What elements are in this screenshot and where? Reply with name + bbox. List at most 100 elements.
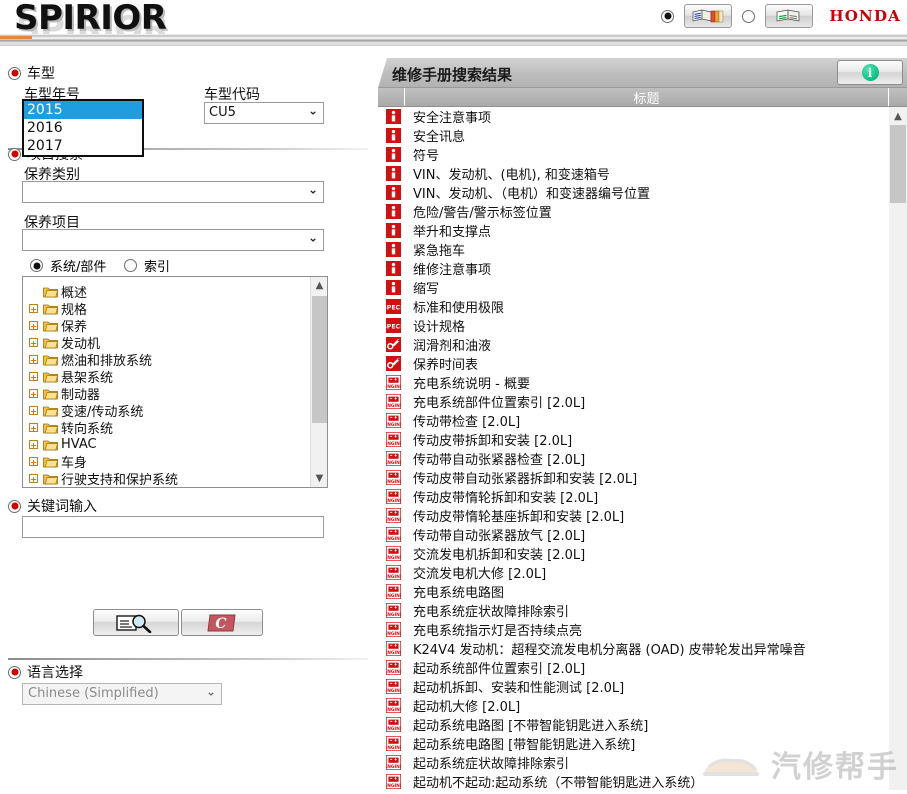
maintenance-item-select-wrap[interactable]: ⌄: [22, 228, 324, 251]
result-row[interactable]: ENGINE起动系统电路图 [带智能钥匙进入系统]: [378, 734, 889, 753]
tree-node[interactable]: HVAC: [29, 436, 310, 453]
system-parts-tree[interactable]: 概述 规格 保养 发动机 燃油和排放系统 悬架系统 制动器 变速/传动系统 转向…: [22, 276, 328, 488]
result-row[interactable]: 安全讯息: [378, 126, 889, 145]
result-row[interactable]: ENGINE充电系统电路图: [378, 582, 889, 601]
result-row[interactable]: 安全注意事项: [378, 107, 889, 126]
result-row[interactable]: c保养时间表: [378, 354, 889, 373]
browse-mode-index-radio[interactable]: [124, 259, 137, 272]
vehicle-section-radio-row[interactable]: 车型: [8, 63, 55, 83]
results-list[interactable]: 安全注意事项 安全讯息 符号 VIN、发动机、(电机), 和变速箱号 VIN、发…: [378, 107, 907, 790]
result-row[interactable]: ENGINE起动系统部件位置索引 [2.0L]: [378, 658, 889, 677]
tree-expand-icon[interactable]: [29, 321, 38, 330]
tree-scroll-down-arrow[interactable]: ▼: [311, 470, 328, 487]
tree-expand-icon[interactable]: [29, 474, 38, 483]
result-row[interactable]: VIN、发动机、（电机）和变速器编号位置: [378, 183, 889, 202]
language-section-radio-row[interactable]: 语言选择: [8, 662, 83, 682]
tree-scrollbar[interactable]: ▲ ▼: [310, 277, 327, 487]
result-row[interactable]: ENGINE交流发电机拆卸和安装 [2.0L]: [378, 544, 889, 563]
tree-expand-icon[interactable]: [29, 389, 38, 398]
clear-button[interactable]: C: [181, 609, 263, 636]
browse-mode-index[interactable]: 索引: [124, 256, 170, 275]
tree-node[interactable]: 行驶支持和保护系统: [29, 470, 310, 487]
maintenance-category-select[interactable]: [22, 181, 324, 203]
result-row[interactable]: ENGINE传动皮带惰轮拆卸和安装 [2.0L]: [378, 487, 889, 506]
tree-scroll-thumb[interactable]: [312, 296, 327, 423]
model-code-select-wrap[interactable]: CU5 ⌄: [204, 101, 324, 124]
tree-node[interactable]: 制动器: [29, 385, 310, 402]
result-row[interactable]: ENGINE起动机大修 [2.0L]: [378, 696, 889, 715]
tree-expand-icon[interactable]: [29, 423, 38, 432]
tree-node[interactable]: 发动机: [29, 334, 310, 351]
result-row[interactable]: SPECS标准和使用极限: [378, 297, 889, 316]
tree-scroll-up-arrow[interactable]: ▲: [311, 277, 328, 294]
browse-mode-system-parts-radio[interactable]: [30, 259, 43, 272]
tree-node[interactable]: 概述: [29, 283, 310, 300]
green-manual-book-icon[interactable]: [765, 4, 813, 28]
result-row[interactable]: ENGINE充电系统指示灯是否持续点亮: [378, 620, 889, 639]
tree-node[interactable]: 车身: [29, 453, 310, 470]
model-year-listbox[interactable]: 2015 2016 2017: [22, 99, 144, 157]
tree-expand-icon[interactable]: [29, 457, 38, 466]
tree-expand-icon[interactable]: [29, 338, 38, 347]
tree-expand-icon[interactable]: [29, 406, 38, 415]
result-row[interactable]: 维修注意事项: [378, 259, 889, 278]
keyword-section-radio[interactable]: [8, 500, 21, 513]
result-row[interactable]: ENGINE起动系统症状故障排除索引: [378, 753, 889, 772]
result-row[interactable]: ENGINE传动皮带拆卸和安装 [2.0L]: [378, 430, 889, 449]
result-row[interactable]: ENGINE传动带自动张紧器放气 [2.0L]: [378, 525, 889, 544]
result-row[interactable]: 紧急拖车: [378, 240, 889, 259]
result-row[interactable]: ENGINE起动机不起动:起动系统（不带智能钥匙进入系统）: [378, 772, 889, 790]
maintenance-category-select-wrap[interactable]: ⌄: [22, 180, 324, 203]
maintenance-item-select[interactable]: [22, 229, 324, 251]
tree-node[interactable]: 燃油和排放系统: [29, 351, 310, 368]
tree-expand-icon[interactable]: [29, 372, 38, 381]
result-row[interactable]: ENGINE起动机拆卸、安装和性能测试 [2.0L]: [378, 677, 889, 696]
result-row[interactable]: ENGINE充电系统症状故障排除索引: [378, 601, 889, 620]
result-row[interactable]: 举升和支撑点: [378, 221, 889, 240]
result-row[interactable]: SPECS设计规格: [378, 316, 889, 335]
result-row[interactable]: ENGINE传动带自动张紧器检查 [2.0L]: [378, 449, 889, 468]
keyword-input[interactable]: [22, 516, 324, 538]
result-row[interactable]: VIN、发动机、(电机), 和变速箱号: [378, 164, 889, 183]
service-manual-books-icon[interactable]: [684, 4, 732, 28]
search-button[interactable]: [93, 609, 179, 636]
tree-node[interactable]: 变速/传动系统: [29, 402, 310, 419]
result-row[interactable]: ENGINE传动带检查 [2.0L]: [378, 411, 889, 430]
model-year-option-2015[interactable]: 2015: [24, 101, 142, 119]
manual-type-radio-a[interactable]: [661, 10, 674, 23]
item-search-section-radio[interactable]: [8, 148, 21, 161]
results-scroll-thumb[interactable]: [890, 125, 906, 203]
result-row[interactable]: ENGINEK24V4 发动机：超程交流发电机分离器 (OAD) 皮带轮发出异常…: [378, 639, 889, 658]
model-year-option-2016[interactable]: 2016: [24, 119, 142, 137]
tree-node[interactable]: 悬架系统: [29, 368, 310, 385]
language-select-wrap[interactable]: Chinese (Simplified) ⌄: [22, 682, 222, 705]
tree-node[interactable]: 控制系统 DTC: [29, 487, 310, 488]
result-row[interactable]: ENGINE充电系统说明 - 概要: [378, 373, 889, 392]
tree-node[interactable]: 规格: [29, 300, 310, 317]
result-row[interactable]: c润滑剂和油液: [378, 335, 889, 354]
vehicle-section-radio[interactable]: [8, 67, 21, 80]
results-scroll-up-arrow[interactable]: ▲: [889, 107, 907, 125]
tree-node[interactable]: 转向系统: [29, 419, 310, 436]
result-row[interactable]: ENGINE起动系统电路图 [不带智能钥匙进入系统]: [378, 715, 889, 734]
language-select[interactable]: Chinese (Simplified): [22, 683, 222, 705]
result-row[interactable]: ENGINE传动皮带自动张紧器拆卸和安装 [2.0L]: [378, 468, 889, 487]
result-row[interactable]: ENGINE传动皮带惰轮基座拆卸和安装 [2.0L]: [378, 506, 889, 525]
tree-expand-icon[interactable]: [29, 355, 38, 364]
result-row[interactable]: ENGINE充电系统部件位置索引 [2.0L]: [378, 392, 889, 411]
result-row[interactable]: 缩写: [378, 278, 889, 297]
browse-mode-system-parts[interactable]: 系统/部件: [30, 256, 106, 275]
language-section-radio[interactable]: [8, 666, 21, 679]
tree-node[interactable]: 保养: [29, 317, 310, 334]
result-row[interactable]: 符号: [378, 145, 889, 164]
tree-expand-icon[interactable]: [29, 304, 38, 313]
tree-expand-icon[interactable]: [29, 440, 38, 449]
keyword-section-radio-row[interactable]: 关键词输入: [8, 496, 97, 516]
result-row[interactable]: ENGINE交流发电机大修 [2.0L]: [378, 563, 889, 582]
model-code-select[interactable]: CU5: [204, 102, 324, 124]
results-scrollbar[interactable]: ▲: [889, 107, 907, 790]
info-button[interactable]: i: [837, 60, 903, 85]
model-year-option-2017[interactable]: 2017: [24, 137, 142, 155]
manual-type-radio-b[interactable]: [742, 10, 755, 23]
result-row[interactable]: 危险/警告/警示标签位置: [378, 202, 889, 221]
